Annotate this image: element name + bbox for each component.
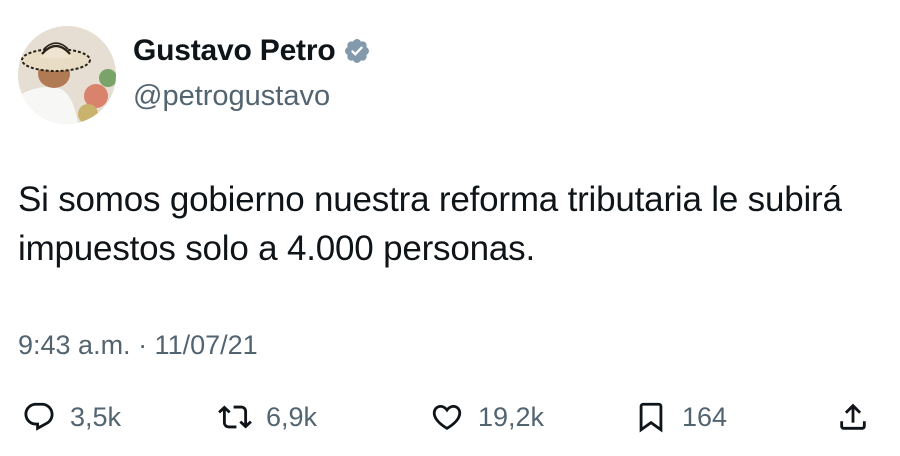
reply-count: 3,5k (70, 401, 122, 432)
like-button[interactable]: 19,2k (430, 392, 544, 442)
speech-bubble-icon (22, 400, 56, 434)
action-bar: 3,5k 6,9k 19,2k 164 (0, 392, 900, 442)
share-button[interactable] (836, 392, 870, 442)
avatar[interactable] (18, 26, 116, 124)
tweet-text: Si somos gobierno nuestra reforma tribut… (18, 180, 842, 268)
bookmark-button[interactable]: 164 (634, 392, 727, 442)
retweet-arrows-icon (218, 400, 252, 434)
bookmark-count: 164 (682, 401, 728, 432)
author-handle[interactable]: @petrogustavo (133, 80, 330, 113)
verified-badge-icon (343, 37, 371, 65)
bookmark-icon (634, 400, 668, 434)
author-display-name[interactable]: Gustavo Petro (133, 34, 371, 68)
tweet-card: Gustavo Petro @petrogustavo Si somos gob… (0, 0, 900, 456)
author-name-text: Gustavo Petro (133, 34, 336, 67)
retweet-button[interactable]: 6,9k (218, 392, 317, 442)
like-count: 19,2k (478, 401, 545, 432)
reply-button[interactable]: 3,5k (22, 392, 121, 442)
tweet-timestamp[interactable]: 9:43 a.m. · 11/07/21 (18, 330, 258, 361)
avatar-image (18, 26, 116, 124)
share-upload-icon (836, 400, 870, 434)
retweet-count: 6,9k (266, 401, 318, 432)
heart-icon (430, 400, 464, 434)
